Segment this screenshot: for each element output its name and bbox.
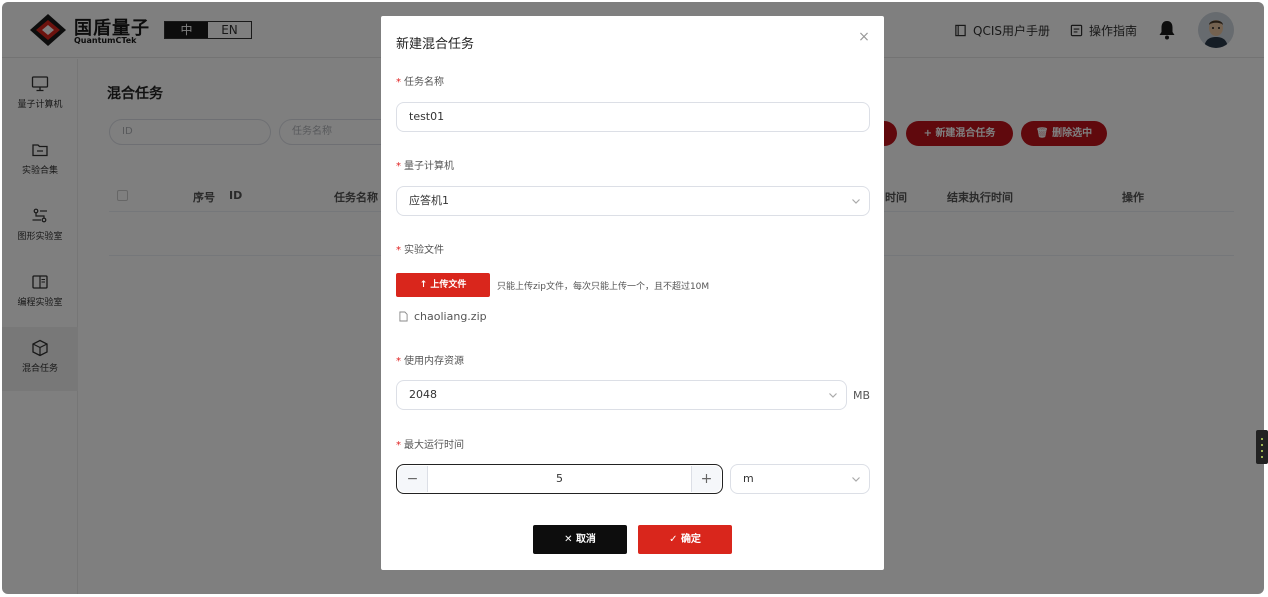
task-name-label: * 任务名称: [396, 77, 444, 88]
confirm-label: 确定: [680, 534, 701, 545]
runtime-label: * 最大运行时间: [396, 440, 464, 451]
dialog-title: 新建混合任务: [396, 37, 475, 52]
runtime-unit-value: m: [743, 472, 754, 485]
chevron-down-icon: [829, 393, 837, 398]
cancel-label: 取消: [575, 534, 596, 545]
computer-select-value: 应答机1: [409, 194, 449, 207]
upload-icon: ↑: [419, 280, 428, 290]
runtime-value[interactable]: 5: [429, 465, 690, 493]
memory-label: * 使用内存资源: [396, 356, 464, 367]
uploaded-file-name: chaoliang.zip: [414, 310, 487, 323]
close-icon: ✕: [564, 534, 573, 545]
upload-file-label: 上传文件: [430, 280, 467, 290]
chevron-down-icon: [852, 477, 860, 482]
confirm-button[interactable]: ✓ 确定: [638, 525, 732, 554]
uploaded-file[interactable]: chaoliang.zip: [399, 310, 487, 323]
edge-drag-handle[interactable]: [1256, 430, 1268, 464]
memory-select-value: 2048: [409, 388, 437, 401]
computer-select[interactable]: 应答机1: [396, 186, 870, 216]
new-task-dialog: 新建混合任务 × * 任务名称 test01 * 量子计算机 应答机1 * 实验文件 …: [381, 16, 884, 570]
computer-label: * 量子计算机: [396, 161, 454, 172]
memory-unit: MB: [853, 389, 871, 402]
file-icon: [399, 311, 408, 322]
decrement-button[interactable]: −: [398, 466, 428, 492]
check-icon: ✓: [669, 534, 678, 545]
memory-select[interactable]: 2048: [396, 380, 847, 410]
upload-file-button[interactable]: ↑ 上传文件: [396, 273, 490, 297]
cancel-button[interactable]: ✕ 取消: [533, 525, 627, 554]
chevron-down-icon: [852, 199, 860, 204]
upload-hint: 只能上传zip文件，每次只能上传一个，且不超过10M: [497, 282, 710, 292]
task-name-input[interactable]: test01: [396, 102, 870, 132]
close-icon[interactable]: ×: [857, 30, 871, 44]
increment-button[interactable]: +: [691, 466, 721, 492]
file-label: * 实验文件: [396, 245, 444, 256]
runtime-stepper[interactable]: − 5 +: [396, 464, 723, 494]
runtime-unit-select[interactable]: m: [730, 464, 870, 494]
